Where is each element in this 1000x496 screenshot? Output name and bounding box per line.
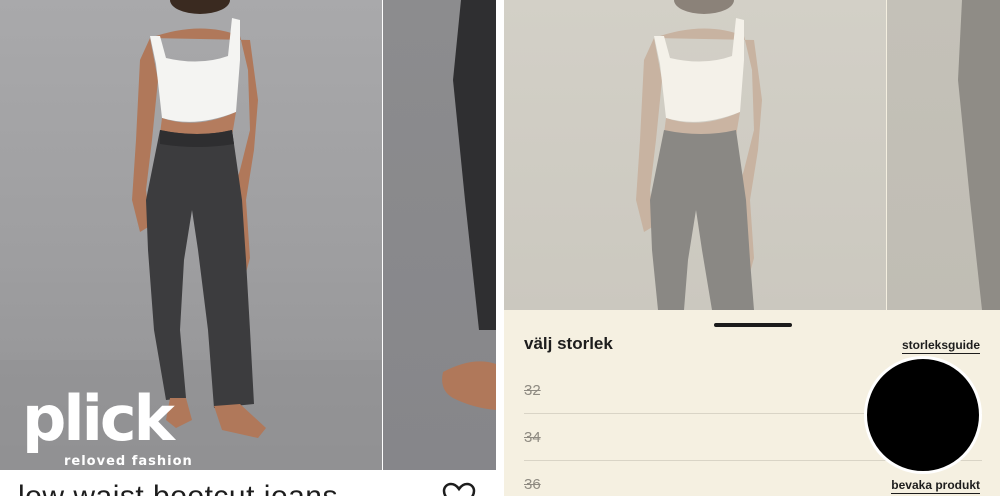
product-photo-next[interactable] [383, 0, 496, 470]
size-picker-title: välj storlek [524, 334, 613, 353]
size-label: 32 [524, 382, 541, 399]
heart-icon[interactable] [442, 482, 476, 496]
size-selection-screen: välj storlek storleksguide 32 34 36 beva… [504, 0, 1000, 496]
size-guide-link[interactable]: storleksguide [901, 338, 980, 354]
size-label: 34 [524, 429, 541, 446]
watch-product-link[interactable]: bevaka produkt [891, 478, 980, 494]
brand-tagline: reloved fashion [64, 454, 193, 469]
size-label: 36 [524, 476, 541, 493]
product-page-screen: plick reloved fashion low waist bootcut … [0, 0, 496, 496]
product-title: low waist bootcut jeans [18, 480, 338, 496]
redaction-circle [864, 356, 982, 474]
sheet-drag-handle[interactable] [714, 323, 792, 327]
brand-wordmark: plick [22, 382, 175, 455]
plick-logo: plick reloved fashion [22, 388, 192, 478]
product-photo-dimmed [504, 0, 1000, 310]
product-title-bar: low waist bootcut jeans [0, 470, 496, 496]
